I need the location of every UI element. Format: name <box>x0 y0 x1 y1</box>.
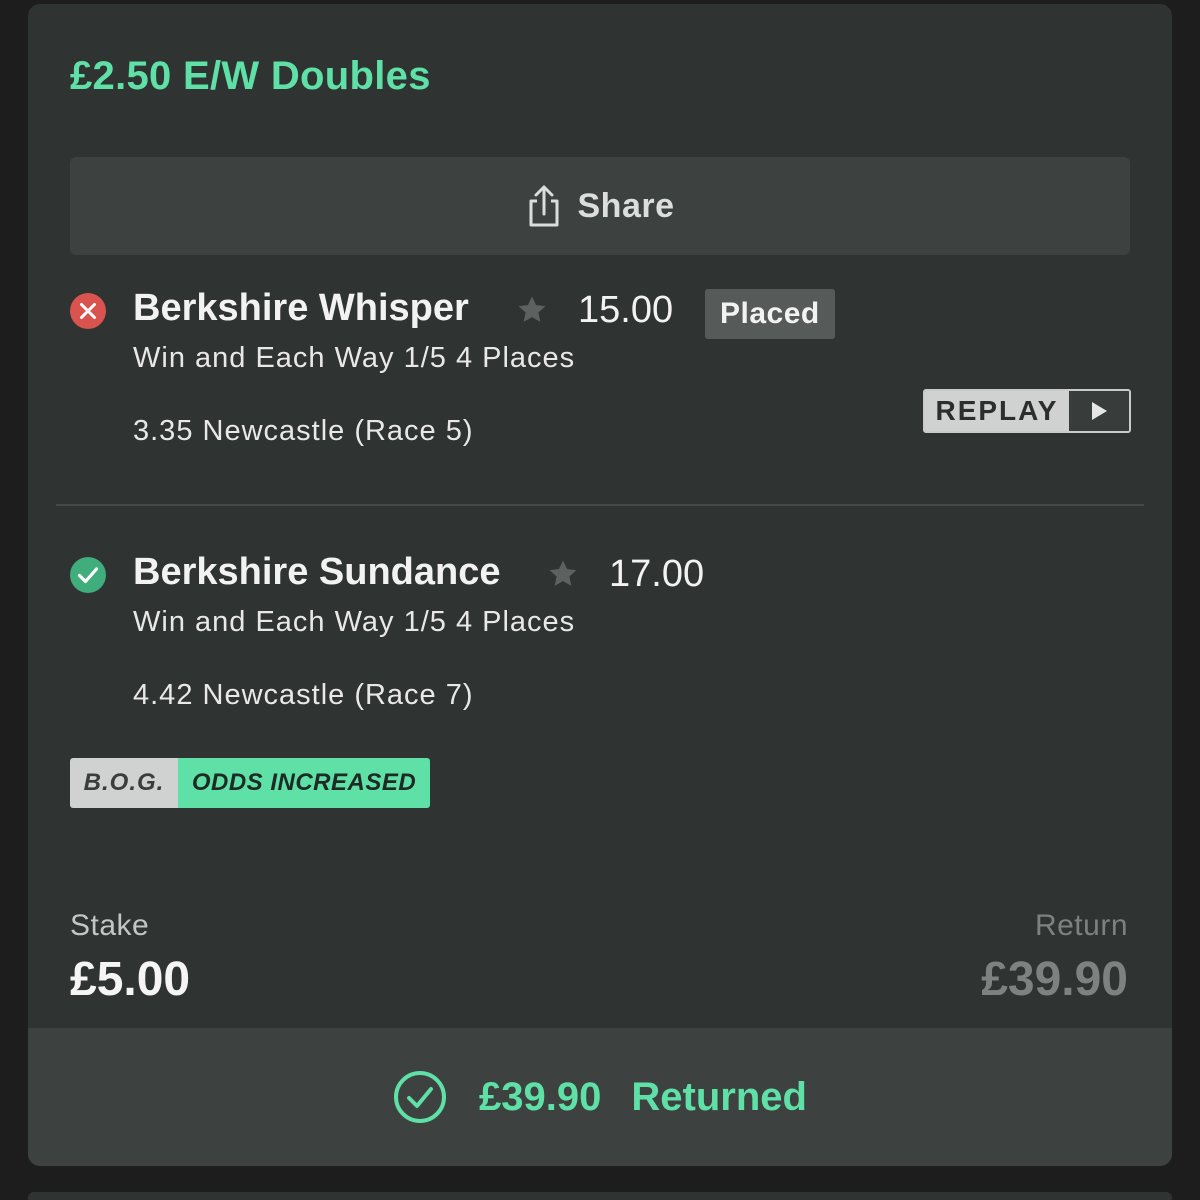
bet-title: £2.50 E/W Doubles <box>70 54 431 98</box>
odds-increased-label: ODDS INCREASED <box>178 758 430 808</box>
star-icon[interactable] <box>546 557 580 591</box>
returned-banner: £39.90 Returned <box>28 1028 1172 1166</box>
returned-label: Returned <box>631 1074 807 1119</box>
share-label: Share <box>577 186 675 225</box>
replay-button[interactable]: REPLAY <box>923 389 1131 433</box>
selection-name: Berkshire Sundance <box>133 551 501 593</box>
x-circle-icon <box>70 293 106 329</box>
market-label: Win and Each Way 1/5 4 Places <box>133 606 576 638</box>
next-card-edge <box>28 1192 1172 1200</box>
selection-name: Berkshire Whisper <box>133 287 469 329</box>
return-value: £39.90 <box>981 953 1128 1006</box>
placed-badge: Placed <box>705 289 835 339</box>
stake-label: Stake <box>70 909 150 942</box>
returned-amount: £39.90 <box>479 1074 602 1119</box>
selection-divider <box>56 504 1144 506</box>
selection-odds: 15.00 <box>578 289 674 331</box>
race-label: 3.35 Newcastle (Race 5) <box>133 415 474 447</box>
bog-label: B.O.G. <box>70 758 178 808</box>
stake-value: £5.00 <box>70 953 191 1006</box>
market-label: Win and Each Way 1/5 4 Places <box>133 342 576 374</box>
race-label: 4.42 Newcastle (Race 7) <box>133 679 474 711</box>
share-button[interactable]: Share <box>70 157 1130 255</box>
play-icon <box>1069 391 1129 431</box>
check-circle-icon <box>70 557 106 593</box>
check-circle-icon <box>394 1071 447 1123</box>
return-label: Return <box>1034 909 1128 942</box>
selection-odds: 17.00 <box>609 553 705 595</box>
bet-card: £2.50 E/W Doubles Share Berkshire Whispe… <box>28 4 1172 1166</box>
bog-odds-increased-badge: B.O.G. ODDS INCREASED <box>70 758 430 808</box>
replay-label: REPLAY <box>925 391 1069 431</box>
star-icon[interactable] <box>515 293 549 327</box>
share-icon <box>529 185 558 227</box>
